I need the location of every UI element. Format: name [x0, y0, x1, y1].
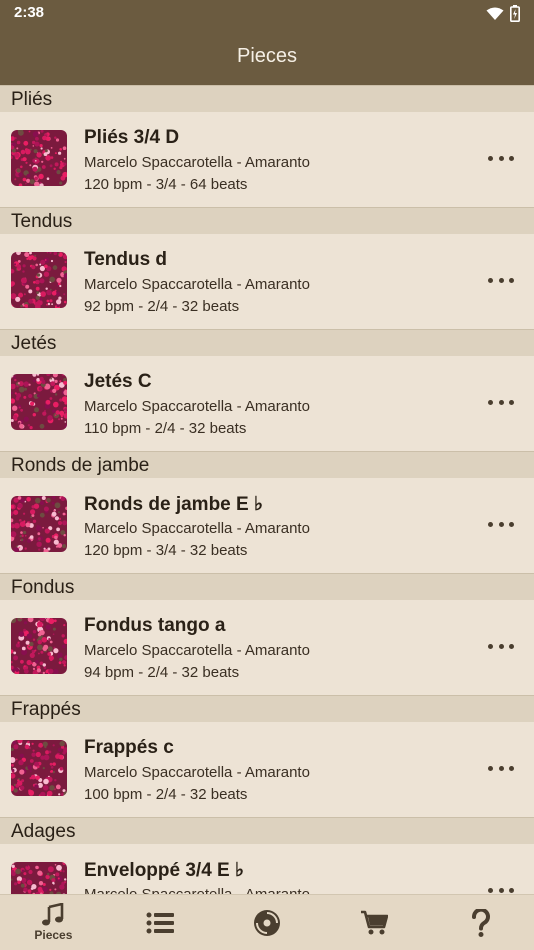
list-icon: [146, 912, 175, 933]
section-jetes: Jetés Jetés C Marcelo Spaccarotella - Am…: [0, 329, 534, 451]
app-bar: Pieces: [0, 27, 534, 85]
piece-artist: Marcelo Spaccarotella - Amaranto: [84, 398, 310, 415]
status-bar: 2:38: [0, 0, 534, 27]
section-plies: Pliés Pliés 3/4 D Marcelo Spaccarotella …: [0, 85, 534, 207]
nav-albums[interactable]: [214, 895, 321, 950]
disc-icon: [253, 909, 280, 936]
album-art-thumbnail: [11, 862, 67, 894]
piece-title: Pliés 3/4 D: [84, 127, 180, 148]
piece-artist: Marcelo Spaccarotella - Amaranto: [84, 886, 310, 894]
piece-title: Jetés C: [84, 371, 152, 392]
wifi-icon: [486, 7, 504, 20]
pieces-list[interactable]: Pliés Pliés 3/4 D Marcelo Spaccarotella …: [0, 85, 534, 894]
nav-pieces[interactable]: Pieces: [0, 895, 107, 950]
nav-store[interactable]: [320, 895, 427, 950]
cart-icon: [360, 910, 388, 934]
piece-title: Tendus d: [84, 249, 168, 270]
list-item[interactable]: Fondus tango a Marcelo Spaccarotella - A…: [0, 600, 534, 695]
section-header: Jetés: [0, 329, 534, 356]
piece-artist: Marcelo Spaccarotella - Amaranto: [84, 764, 310, 781]
list-item[interactable]: Pliés 3/4 D Marcelo Spaccarotella - Amar…: [0, 112, 534, 207]
section-header: Fondus: [0, 573, 534, 600]
album-art-thumbnail: [11, 252, 67, 308]
section-adages: Adages Enveloppé 3/4 E ♭ Marcelo Spaccar…: [0, 817, 534, 894]
list-item[interactable]: Ronds de jambe E ♭ Marcelo Spaccarotella…: [0, 478, 534, 573]
piece-title: Enveloppé 3/4 E ♭: [84, 860, 244, 881]
section-header: Frappés: [0, 695, 534, 722]
page-title: Pieces: [236, 45, 298, 67]
section-header: Ronds de jambe: [0, 451, 534, 478]
section-ronds-de-jambe: Ronds de jambe Ronds de jambe E ♭ Marcel…: [0, 451, 534, 573]
music-note-icon: [42, 903, 64, 926]
piece-title: Fondus tango a: [84, 615, 226, 636]
album-art-thumbnail: [11, 374, 67, 430]
nav-playlists[interactable]: [107, 895, 214, 950]
album-art-thumbnail: [11, 130, 67, 186]
section-header: Pliés: [0, 85, 534, 112]
album-art-thumbnail: [11, 618, 67, 674]
piece-meta: 120 bpm - 3/4 - 64 beats: [84, 176, 248, 193]
piece-meta: 94 bpm - 2/4 - 32 beats: [84, 664, 240, 681]
album-art-thumbnail: [11, 740, 67, 796]
piece-artist: Marcelo Spaccarotella - Amaranto: [84, 276, 310, 293]
bottom-nav: Pieces: [0, 894, 534, 950]
piece-meta: 92 bpm - 2/4 - 32 beats: [84, 298, 240, 315]
list-item[interactable]: Jetés C Marcelo Spaccarotella - Amaranto…: [0, 356, 534, 451]
piece-meta: 120 bpm - 3/4 - 32 beats: [84, 542, 248, 559]
more-options-icon[interactable]: [488, 638, 514, 654]
nav-help[interactable]: [427, 895, 534, 950]
section-tendus: Tendus Tendus d Marcelo Spaccarotella - …: [0, 207, 534, 329]
list-item[interactable]: Frappés c Marcelo Spaccarotella - Amaran…: [0, 722, 534, 817]
nav-label: Pieces: [34, 928, 73, 942]
help-icon: [471, 908, 490, 937]
status-icons: [486, 5, 520, 22]
piece-artist: Marcelo Spaccarotella - Amaranto: [84, 642, 310, 659]
piece-meta: 110 bpm - 2/4 - 32 beats: [84, 420, 247, 437]
section-header: Adages: [0, 817, 534, 844]
more-options-icon[interactable]: [488, 882, 514, 894]
section-header: Tendus: [0, 207, 534, 234]
more-options-icon[interactable]: [488, 760, 514, 776]
more-options-icon[interactable]: [488, 516, 514, 532]
list-item[interactable]: Enveloppé 3/4 E ♭ Marcelo Spaccarotella …: [0, 844, 534, 894]
piece-artist: Marcelo Spaccarotella - Amaranto: [84, 520, 310, 537]
piece-title: Frappés c: [84, 737, 174, 758]
status-time: 2:38: [14, 4, 45, 21]
album-art-thumbnail: [11, 496, 67, 552]
piece-title: Ronds de jambe E ♭: [84, 494, 263, 515]
battery-icon: [510, 5, 520, 22]
section-frappes: Frappés Frappés c Marcelo Spaccarotella …: [0, 695, 534, 817]
piece-artist: Marcelo Spaccarotella - Amaranto: [84, 154, 310, 171]
list-item[interactable]: Tendus d Marcelo Spaccarotella - Amarant…: [0, 234, 534, 329]
section-fondus: Fondus Fondus tango a Marcelo Spaccarote…: [0, 573, 534, 695]
more-options-icon[interactable]: [488, 150, 514, 166]
more-options-icon[interactable]: [488, 394, 514, 410]
more-options-icon[interactable]: [488, 272, 514, 288]
piece-meta: 100 bpm - 2/4 - 32 beats: [84, 786, 248, 803]
